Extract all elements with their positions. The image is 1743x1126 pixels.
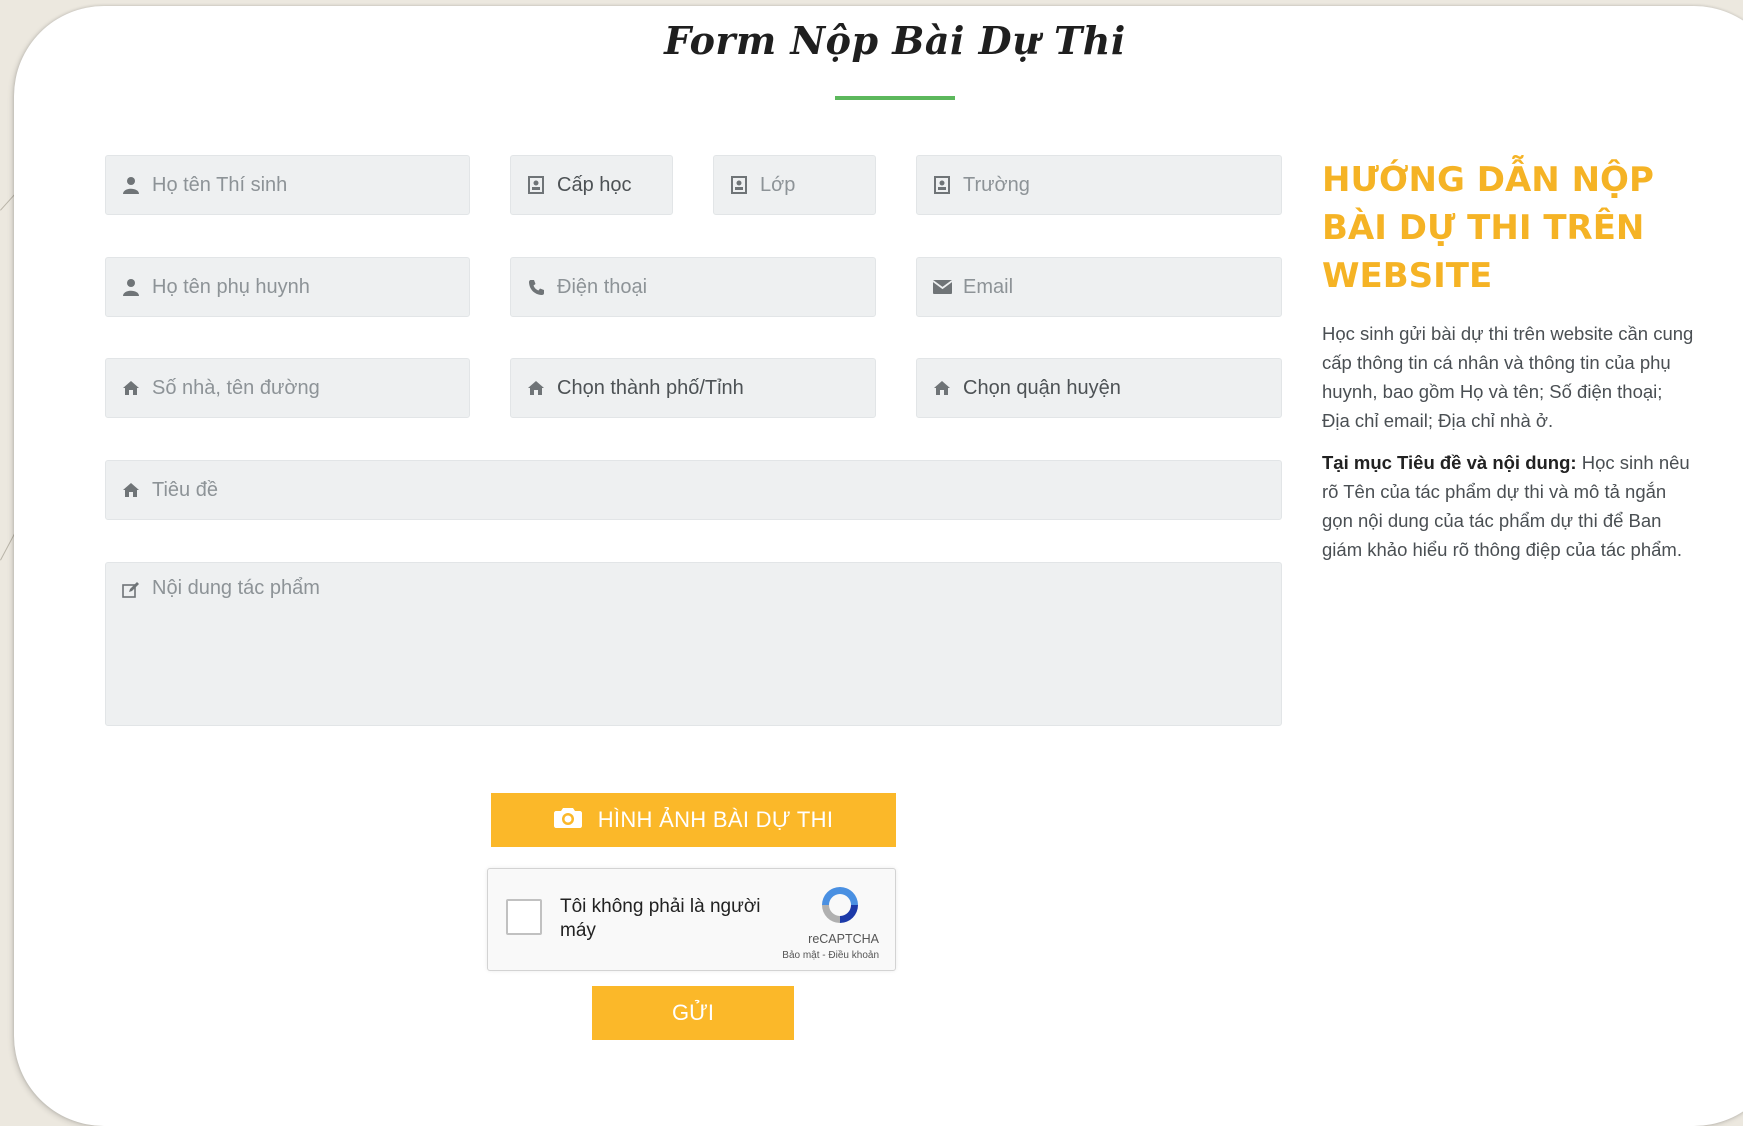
user-icon — [120, 176, 142, 194]
recaptcha-brand: reCAPTCHA — [808, 932, 879, 946]
city-placeholder: Chọn thành phố/Tỉnh — [557, 376, 744, 399]
id-card-icon — [728, 176, 750, 194]
recaptcha-links[interactable]: Bảo mật - Điều khoản — [782, 950, 879, 961]
user-icon — [120, 278, 142, 296]
phone-input[interactable]: Điện thoại — [510, 257, 876, 317]
parent-name-input[interactable]: Họ tên phụ huynh — [105, 257, 470, 317]
district-select[interactable]: Chọn quận huyện — [916, 358, 1282, 418]
school-input[interactable]: Trường — [916, 155, 1282, 215]
subject-placeholder: Tiêu đề — [152, 478, 218, 501]
title-underline — [835, 96, 955, 100]
level-select[interactable]: Cấp học — [510, 155, 673, 215]
phone-placeholder: Điện thoại — [557, 275, 648, 298]
recaptcha-checkbox[interactable] — [506, 899, 542, 935]
camera-icon — [553, 806, 598, 834]
phone-icon — [525, 279, 547, 296]
city-select[interactable]: Chọn thành phố/Tỉnh — [510, 358, 876, 418]
home-icon — [931, 380, 953, 396]
email-placeholder: Email — [963, 275, 1014, 298]
guide-paragraph-2: Tại mục Tiêu đề và nội dung: Học sinh nê… — [1322, 448, 1694, 564]
submit-button[interactable]: GỬI — [592, 986, 794, 1040]
id-card-icon — [525, 176, 547, 194]
content-placeholder: Nội dung tác phẩm — [152, 577, 320, 599]
guide-paragraph-2-bold: Tại mục Tiêu đề và nội dung: — [1322, 452, 1577, 473]
class-select[interactable]: Lớp — [713, 155, 876, 215]
recaptcha-widget: Tôi không phải là người máy reCAPTCHA Bả… — [487, 868, 896, 971]
upload-image-label: HÌNH ẢNH BÀI DỰ THI — [597, 807, 834, 832]
subject-input[interactable]: Tiêu đề — [105, 460, 1282, 520]
home-icon — [120, 380, 142, 396]
recaptcha-logo — [818, 883, 862, 927]
form-title: Form Nộp Bài Dự Thi — [664, 18, 1126, 63]
class-placeholder: Lớp — [760, 173, 796, 196]
school-placeholder: Trường — [963, 173, 1030, 196]
guide-title: HƯỚNG DẪN NỘP BÀI DỰ THI TRÊN WEBSITE — [1322, 160, 1654, 296]
upload-image-button[interactable]: HÌNH ẢNH BÀI DỰ THI — [491, 793, 896, 847]
edit-icon — [120, 581, 142, 599]
parent-name-placeholder: Họ tên phụ huynh — [152, 275, 310, 298]
home-icon — [525, 380, 547, 396]
content-textarea[interactable]: Nội dung tác phẩm — [105, 562, 1282, 726]
recaptcha-label: Tôi không phải là người máy — [560, 896, 761, 941]
district-placeholder: Chọn quận huyện — [963, 376, 1121, 399]
id-card-icon — [931, 176, 953, 194]
email-input[interactable]: Email — [916, 257, 1282, 317]
address-placeholder: Số nhà, tên đường — [152, 376, 320, 399]
address-input[interactable]: Số nhà, tên đường — [105, 358, 470, 418]
guide-paragraph-1: Học sinh gửi bài dự thi trên website cần… — [1322, 323, 1694, 431]
student-name-input[interactable]: Họ tên Thí sinh — [105, 155, 470, 215]
level-placeholder: Cấp học — [557, 173, 632, 196]
home-icon — [120, 482, 142, 498]
envelope-icon — [931, 280, 953, 294]
student-name-placeholder: Họ tên Thí sinh — [152, 173, 288, 196]
